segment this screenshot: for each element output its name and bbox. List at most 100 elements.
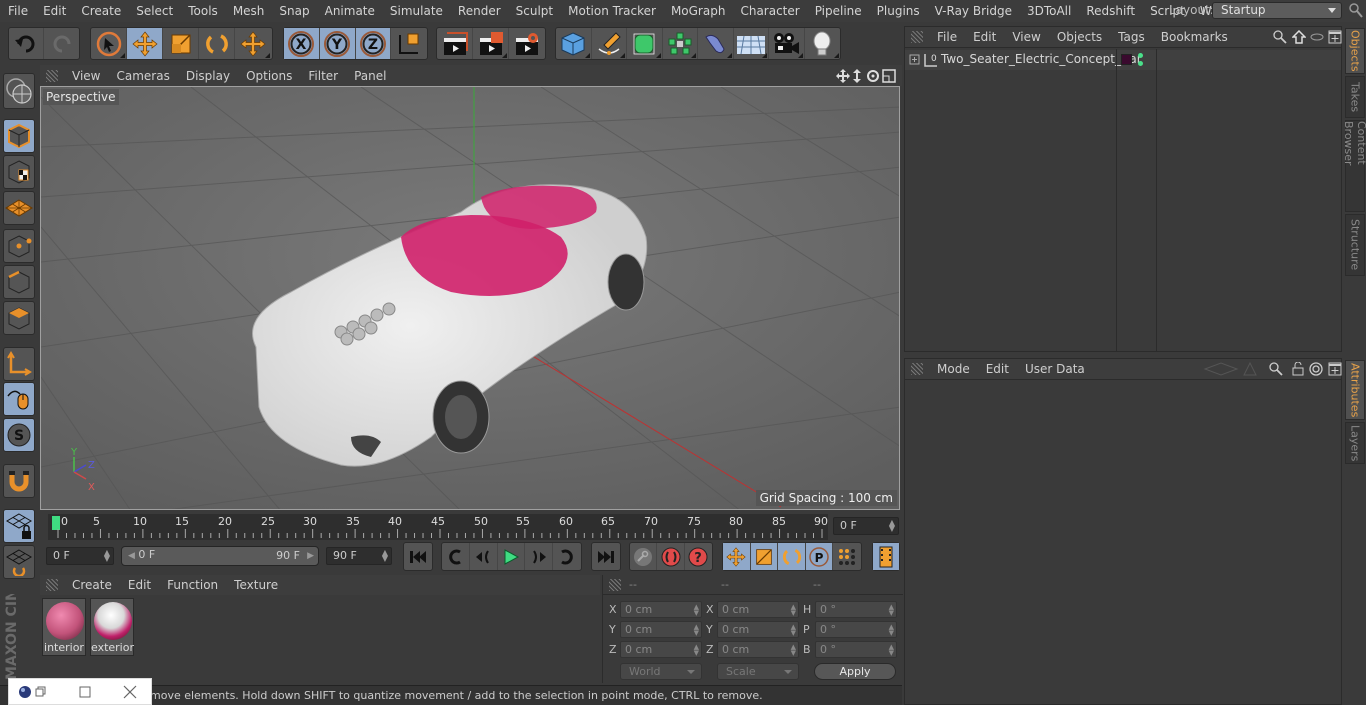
menu-file[interactable]: File [0,4,35,18]
tab-structure[interactable]: Structure [1345,214,1365,276]
move-tool-button[interactable] [127,28,163,59]
make-editable-button[interactable] [3,73,35,109]
planar-workplane-button[interactable] [3,545,35,579]
goto-end-button[interactable] [592,543,620,570]
grip-handle[interactable] [911,363,923,375]
menu-tools[interactable]: Tools [180,4,225,18]
range-left-arrow-icon[interactable]: ◀ [128,551,135,561]
tab-takes[interactable]: Takes [1345,76,1365,118]
model-mode-button[interactable] [3,119,35,153]
pan-icon[interactable] [836,69,850,83]
tweak-mode-button[interactable] [3,382,35,416]
material-exterior[interactable]: exterior [90,598,134,656]
viewport-menu-display[interactable]: Display [178,69,238,83]
menu-3dtoall[interactable]: 3DToAll [1019,4,1078,18]
material-menu-create[interactable]: Create [64,578,120,592]
texture-mode-button[interactable] [3,155,35,189]
timeline-window-button[interactable] [873,543,899,570]
record-key-button[interactable] [630,543,658,570]
z-axis-lock-button[interactable]: Z [355,28,392,59]
spinner-icon[interactable]: ▲ ▼ [382,549,388,563]
goto-start-button[interactable] [404,543,432,570]
objects-menu-objects[interactable]: Objects [1049,30,1110,44]
key-rotation-button[interactable] [778,543,806,570]
next-key-button[interactable] [553,543,581,570]
position-y-field[interactable]: 0 cm ▲ ▼ [620,621,702,638]
position-x-field[interactable]: 0 cm ▲ ▼ [620,601,702,618]
current-frame-field[interactable]: 0 F ▲ ▼ [833,517,899,535]
edges-mode-button[interactable] [3,265,35,299]
menu-motion-tracker[interactable]: Motion Tracker [560,4,663,18]
menu-simulate[interactable]: Simulate [382,4,450,18]
snapping-button[interactable]: S [3,418,35,452]
viewport-menu-cameras[interactable]: Cameras [108,69,177,83]
menu-render[interactable]: Render [450,4,508,18]
x-axis-lock-button[interactable]: X [284,28,320,59]
tab-layers[interactable]: Layers [1345,422,1365,464]
points-mode-button[interactable] [3,229,35,263]
close-icon[interactable] [123,685,137,699]
spinner-icon[interactable]: ▲ ▼ [791,624,796,637]
live-selection-button[interactable] [91,28,127,59]
attributes-menu-user-data[interactable]: User Data [1017,362,1093,376]
object-name[interactable]: Two_Seater_Electric_Concept_Car [941,52,1142,66]
column-divider[interactable] [1156,49,1157,351]
viewport-menu-panel[interactable]: Panel [346,69,394,83]
spinner-icon[interactable]: ▲ ▼ [694,624,699,637]
rotation-h-field[interactable]: 0 ° ▲ ▼ [815,601,897,618]
size-x-field[interactable]: 0 cm ▲ ▼ [717,601,799,618]
objects-menu-edit[interactable]: Edit [965,30,1004,44]
menu-create[interactable]: Create [73,4,128,18]
column-divider[interactable] [1116,49,1117,351]
layout-dropdown[interactable]: Startup [1212,2,1342,19]
menu-select[interactable]: Select [128,4,180,18]
prev-key-button[interactable] [442,543,470,570]
up-arrow-icon[interactable] [1243,362,1257,376]
cinema4d-app-icon[interactable] [17,685,33,699]
grip-handle[interactable] [46,579,58,591]
3d-viewport[interactable]: Y Z X Perspective Grid Spacing : 100 cm [40,86,900,510]
spinner-icon[interactable]: ▲ ▼ [791,604,796,617]
rotation-p-field[interactable]: 0 ° ▲ ▼ [815,621,897,638]
menu-mesh[interactable]: Mesh [225,4,272,18]
coordinate-space-dropdown[interactable]: World [620,663,702,680]
size-y-field[interactable]: 0 cm ▲ ▼ [717,621,799,638]
new-panel-icon[interactable] [1328,30,1342,44]
size-z-field[interactable]: 0 cm ▲ ▼ [717,641,799,658]
menu-snap[interactable]: Snap [271,4,316,18]
coordinate-system-button[interactable] [391,28,427,59]
grip-handle[interactable] [46,69,58,82]
position-z-field[interactable]: 0 cm ▲ ▼ [620,641,702,658]
locked-workplane-button[interactable] [3,509,35,543]
enable-axis-button[interactable] [3,347,35,381]
new-panel-icon[interactable] [1328,362,1342,376]
tab-objects[interactable]: Objects [1345,28,1365,74]
search-icon[interactable] [1349,3,1363,19]
lock-icon[interactable] [1291,362,1305,376]
render-visibility-dot[interactable] [1138,61,1143,66]
grip-handle[interactable] [911,31,923,43]
render-picture-viewer-button[interactable] [473,28,509,59]
viewport-menu-options[interactable]: Options [238,69,300,83]
menu-pipeline[interactable]: Pipeline [807,4,869,18]
expand-icon[interactable] [909,54,921,66]
material-menu-function[interactable]: Function [159,578,226,592]
objects-menu-file[interactable]: File [929,30,965,44]
rotate-tool-button[interactable] [199,28,235,59]
maximize-view-icon[interactable] [882,69,896,83]
redo-button[interactable] [44,28,79,59]
object-row[interactable]: 0 Two_Seater_Electric_Concept_Car [905,50,1341,70]
workplane-mode-button[interactable] [3,191,35,225]
timeline-ruler[interactable]: 0 5 10 15 20 25 30 35 40 45 50 55 60 65 … [48,514,828,540]
floor-button[interactable] [734,28,769,59]
editor-visibility-dot[interactable] [1138,53,1143,58]
spinner-icon[interactable]: ▲ ▼ [104,549,110,563]
magnet-button[interactable] [3,464,35,498]
tab-content-browser[interactable]: Content Browser [1342,120,1366,212]
objects-menu-bookmarks[interactable]: Bookmarks [1153,30,1236,44]
menu-redshift[interactable]: Redshift [1078,4,1142,18]
polygons-mode-button[interactable] [3,301,35,335]
key-scale-button[interactable] [750,543,779,570]
menu-animate[interactable]: Animate [317,4,382,18]
orbit-icon[interactable] [867,70,879,82]
